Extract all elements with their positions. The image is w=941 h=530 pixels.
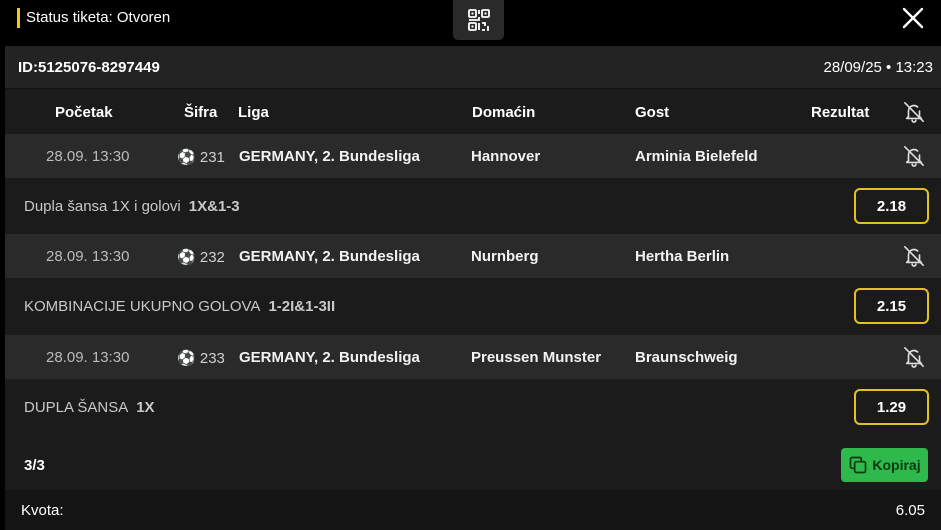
column-home: Domaćin <box>472 104 536 121</box>
bet-row: DUPLA ŠANSA 1X 1.29 <box>5 379 941 435</box>
column-code: Šifra <box>184 104 218 121</box>
bell-off-icon[interactable] <box>903 101 925 123</box>
column-away: Gost <box>635 104 670 121</box>
match-row: 28.09. 13:30 ⚽ 231 GERMANY, 2. Bundeslig… <box>5 134 941 178</box>
odd-badge: 1.29 <box>854 389 929 425</box>
copy-button-label: Kopiraj <box>872 457 921 473</box>
match-league: GERMANY, 2. Bundesliga <box>239 248 420 265</box>
match-league: GERMANY, 2. Bundesliga <box>239 349 420 366</box>
top-bar: Status tiketa: Otvoren <box>0 0 941 46</box>
close-icon <box>902 7 924 29</box>
bet-market: Dupla šansa 1X i golovi <box>24 198 181 215</box>
bet-market: DUPLA ŠANSA <box>24 399 129 416</box>
match-code: ⚽ 232 <box>177 249 225 266</box>
match-league: GERMANY, 2. Bundesliga <box>239 148 420 165</box>
bet-pick: 1X <box>136 399 155 416</box>
ticket-status: Status tiketa: Otvoren <box>17 8 170 28</box>
bet-pick: 1X&1-3 <box>188 198 240 215</box>
bet-row: Dupla šansa 1X i golovi 1X&1-3 2.18 <box>5 178 941 234</box>
close-button[interactable] <box>901 6 925 30</box>
column-start: Početak <box>55 104 113 121</box>
qr-code-icon <box>467 9 490 31</box>
bet-pick: 1-2I&1-3II <box>268 298 336 315</box>
ticket-id: ID:5125076-8297449 <box>18 59 160 76</box>
match-home: Hannover <box>471 148 541 165</box>
bet-market: KOMBINACIJE UKUPNO GOLOVA <box>24 298 261 315</box>
table-header: Početak Šifra Liga Domaćin Gost Rezultat <box>5 90 941 134</box>
match-away: Arminia Bielefeld <box>635 148 758 165</box>
match-count: 3/3 <box>24 457 45 474</box>
bet-row: KOMBINACIJE UKUPNO GOLOVA 1-2I&1-3II 2.15 <box>5 278 941 334</box>
total-odds-row: Kvota: 6.05 <box>5 490 941 530</box>
match-home: Preussen Munster <box>471 349 602 366</box>
match-code: ⚽ 231 <box>177 149 225 166</box>
odd-badge: 2.15 <box>854 288 929 324</box>
match-time: 28.09. 13:30 <box>46 349 130 366</box>
match-row: 28.09. 13:30 ⚽ 233 GERMANY, 2. Bundeslig… <box>5 335 941 379</box>
ticket-footer: 3/3 Kopiraj Kvota: 6.05 <box>5 435 941 530</box>
column-league: Liga <box>238 104 269 121</box>
match-time: 28.09. 13:30 <box>46 248 130 265</box>
bell-off-icon[interactable] <box>903 245 925 267</box>
odd-badge: 2.18 <box>854 188 929 224</box>
soccer-ball-icon: ⚽ <box>177 350 196 367</box>
match-away: Hertha Berlin <box>635 248 730 265</box>
bell-off-icon[interactable] <box>903 346 925 368</box>
ticket-id-bar: ID:5125076-8297449 28/09/25 • 13:23 <box>5 46 941 89</box>
match-away: Braunschweig <box>635 349 738 366</box>
soccer-ball-icon: ⚽ <box>177 249 196 266</box>
match-code: ⚽ 233 <box>177 350 225 367</box>
match-row: 28.09. 13:30 ⚽ 232 GERMANY, 2. Bundeslig… <box>5 234 941 278</box>
column-result: Rezultat <box>811 104 870 121</box>
match-time: 28.09. 13:30 <box>46 148 130 165</box>
copy-button[interactable]: Kopiraj <box>841 448 928 482</box>
ticket-datetime: 28/09/25 • 13:23 <box>823 59 933 76</box>
qr-code-button[interactable] <box>453 0 504 40</box>
soccer-ball-icon: ⚽ <box>177 149 196 166</box>
total-odds-value: 6.05 <box>895 502 925 519</box>
match-home: Nurnberg <box>471 248 539 265</box>
copy-icon <box>850 456 867 474</box>
total-odds-label: Kvota: <box>21 502 64 519</box>
ticket-panel: ID:5125076-8297449 28/09/25 • 13:23 Poče… <box>5 46 941 530</box>
bell-off-icon[interactable] <box>903 145 925 167</box>
